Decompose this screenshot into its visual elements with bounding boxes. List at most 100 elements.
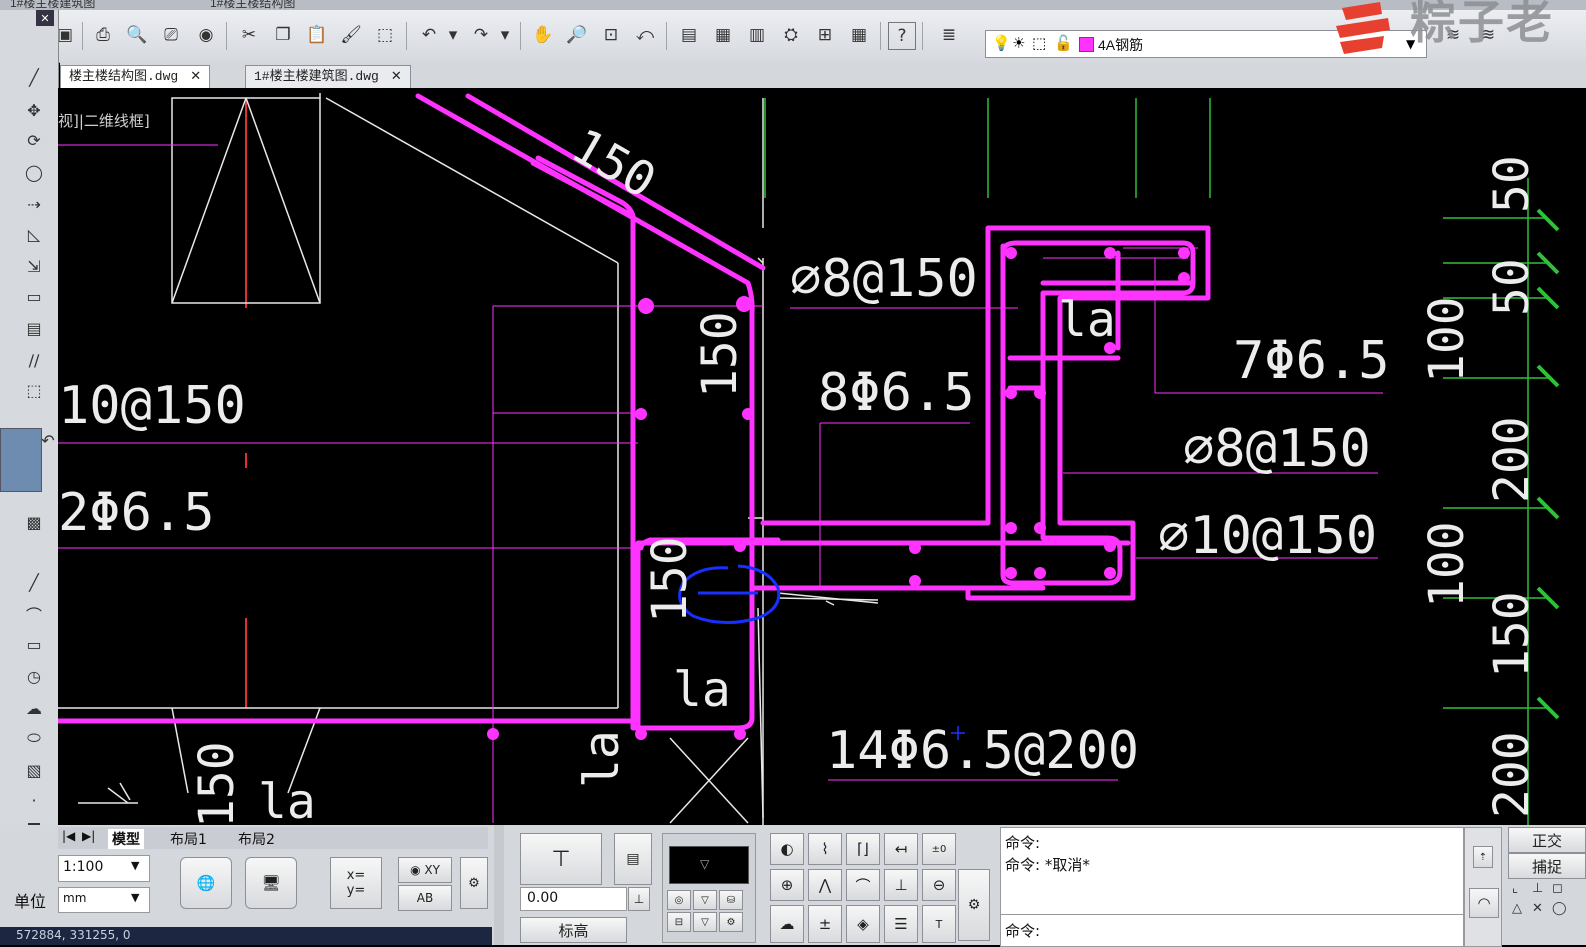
zoom-realtime-icon[interactable]: 🔎 xyxy=(564,22,590,48)
speedometer-icon[interactable]: ◠ xyxy=(1469,888,1499,918)
circle-icon[interactable]: ◯ xyxy=(22,160,46,184)
viewport-freeze-icon[interactable]: ⬚ xyxy=(1032,34,1046,52)
design-center-icon[interactable]: ▦ xyxy=(710,22,736,48)
window-tab-architecture[interactable]: 1#楼主楼建筑图 xyxy=(10,0,95,10)
point-icon[interactable]: · xyxy=(22,788,46,812)
doc-tab-architecture[interactable]: 1#楼主楼建筑图.dwg ✕ xyxy=(245,65,411,88)
endpoint-snap-icon[interactable]: ⌞ xyxy=(1512,881,1518,896)
elevation-mark-icon[interactable]: ±0 xyxy=(922,833,956,865)
viewport-label[interactable]: 视]|二维线框] xyxy=(58,112,150,130)
circle-snap-icon[interactable]: ◯ xyxy=(1552,901,1567,916)
scale-dropdown[interactable]: 1:100 ▼ xyxy=(58,855,150,882)
rectangle-tool-icon[interactable]: ▭ xyxy=(22,632,46,656)
scroll-up-icon[interactable]: ⇡ xyxy=(1473,846,1493,868)
command-window[interactable]: 命令: 命令: *取消* 命令: xyxy=(1000,827,1464,947)
bracket-icon[interactable]: ⌈⌋ xyxy=(846,833,880,865)
close-icon[interactable]: ✕ xyxy=(36,10,54,26)
clock-icon[interactable]: ◷ xyxy=(22,664,46,688)
doc-tab-structure[interactable]: 楼主楼结构图.dwg ✕ xyxy=(60,65,211,88)
undo-dropdown-icon[interactable]: ▾ xyxy=(446,22,460,48)
view-button[interactable]: ◎ xyxy=(667,890,691,910)
index-icon[interactable]: ⊖ xyxy=(922,869,956,901)
redo-dropdown-icon[interactable]: ▾ xyxy=(498,22,512,48)
3d-box-icon[interactable]: ⬚ xyxy=(22,378,46,402)
elevation-input[interactable]: 0.00 xyxy=(520,887,627,911)
perpendicular-snap-icon[interactable]: ⊥ xyxy=(1532,881,1543,896)
tab-model[interactable]: 模型 xyxy=(108,829,144,849)
pattern-icon[interactable]: ▩ xyxy=(22,510,46,534)
tab-layout2[interactable]: 布局2 xyxy=(238,829,275,849)
publish-icon[interactable]: ◉ xyxy=(193,22,219,48)
section-icon[interactable]: ⋀ xyxy=(808,869,842,901)
view-button[interactable]: ⛁ xyxy=(719,890,743,910)
line-tool-icon[interactable]: ╱ xyxy=(22,65,46,89)
cloud-icon[interactable]: ☁ xyxy=(770,905,804,943)
first-tab-icon[interactable]: |◀ xyxy=(62,829,75,843)
cut-icon[interactable]: ✂ xyxy=(236,22,262,48)
parallel-icon[interactable]: ∕∕ xyxy=(22,348,46,372)
plot-icon[interactable]: ⎚ xyxy=(158,22,184,48)
chevron-down-icon[interactable]: ▼ xyxy=(131,859,139,872)
xy-equation-icon[interactable]: x= y= xyxy=(330,857,382,909)
calculator-icon[interactable]: ▦ xyxy=(846,22,872,48)
globe-icon[interactable]: 🌐 xyxy=(180,857,232,909)
plus-icon[interactable]: ± xyxy=(808,905,842,943)
block-editor-icon[interactable]: ⬚ xyxy=(372,22,398,48)
redo-icon[interactable]: ↷ xyxy=(468,22,494,48)
properties-icon[interactable]: ▤ xyxy=(676,22,702,48)
layer-manager-icon[interactable]: ≣ xyxy=(936,22,962,48)
drawing-svg[interactable]: 视]|二维线框] 150 150 150 150 ⌀8@150 la la la… xyxy=(55,88,1586,830)
print-icon[interactable]: ⎙ xyxy=(90,22,116,48)
command-prompt[interactable]: 命令: xyxy=(1005,920,1040,941)
rectangle-icon[interactable]: ▭ xyxy=(22,284,46,308)
settings-gear-icon[interactable]: ⚙ xyxy=(958,869,990,941)
match-properties-icon[interactable]: 🖌 xyxy=(338,22,364,48)
title-block-icon[interactable]: T xyxy=(922,905,956,943)
unit-dropdown[interactable]: mm ▼ xyxy=(58,887,150,913)
settings-gear-icon[interactable]: ⚙ xyxy=(460,857,488,909)
view-button[interactable]: ▽ xyxy=(693,890,717,910)
insert-block-icon[interactable]: ⇲ xyxy=(22,254,46,278)
snap-toggle[interactable]: 捕捉 xyxy=(1508,853,1586,879)
sun-icon[interactable]: ☀ xyxy=(1012,34,1025,52)
zoom-window-icon[interactable]: ⊡ xyxy=(598,22,624,48)
undo-icon[interactable]: ↶ xyxy=(416,22,442,48)
cross-snap-icon[interactable]: ✕ xyxy=(1532,901,1543,916)
markup-icon[interactable]: ⊞ xyxy=(812,22,838,48)
elevation-settings-icon[interactable]: ▤ xyxy=(614,833,652,885)
triangle-snap-icon[interactable]: △ xyxy=(1512,901,1522,916)
level-icon[interactable]: ⊥ xyxy=(884,869,918,901)
compass-icon[interactable]: ◐ xyxy=(770,833,804,865)
close-icon[interactable]: ✕ xyxy=(190,69,201,84)
monitor-icon[interactable]: 🖥 xyxy=(245,857,297,909)
chamfer-icon[interactable]: ◺ xyxy=(22,222,46,246)
elevation-button[interactable]: 标高 xyxy=(520,917,627,943)
drawing-canvas[interactable]: 视]|二维线框] 150 150 150 150 ⌀8@150 la la la… xyxy=(55,88,1586,830)
list-icon[interactable]: ☰ xyxy=(884,905,918,943)
hatch-icon[interactable]: ▤ xyxy=(22,316,46,340)
rotate-icon[interactable]: ⟳ xyxy=(22,128,46,152)
xy-coord-icon[interactable]: ◉ XY xyxy=(398,857,452,883)
lock-icon[interactable]: 🔓 xyxy=(1054,34,1073,52)
chevron-down-icon[interactable]: ▼ xyxy=(131,891,139,904)
tool-palettes-icon[interactable]: ▥ xyxy=(744,22,770,48)
revision-cloud-icon[interactable]: ☁ xyxy=(22,696,46,720)
view-button[interactable]: ⊟ xyxy=(667,912,691,932)
view-button[interactable]: ⚙ xyxy=(719,912,743,932)
ab-text-icon[interactable]: AB xyxy=(398,885,452,911)
ortho-toggle[interactable]: 正交 xyxy=(1508,827,1586,853)
print-preview-icon[interactable]: 🔍 xyxy=(124,22,150,48)
pin-icon[interactable]: ⊥ xyxy=(628,887,650,911)
paste-icon[interactable]: 📋 xyxy=(304,22,330,48)
window-tab-structure[interactable]: 1#楼主楼结构图 xyxy=(210,0,295,10)
arrow-left-icon[interactable]: ↤ xyxy=(884,833,918,865)
arc-icon[interactable]: ⌒ xyxy=(22,602,46,626)
sheet-set-icon[interactable]: ⛭ xyxy=(778,22,804,48)
gradient-icon[interactable]: ▧ xyxy=(22,758,46,782)
arc-dim-icon[interactable]: ⌒ xyxy=(846,869,880,901)
bulb-icon[interactable]: 💡 xyxy=(992,34,1011,52)
diamond-icon[interactable]: ◈ xyxy=(846,905,880,943)
last-tab-icon[interactable]: ▶| xyxy=(82,829,95,843)
swap-icon[interactable]: ↶ xyxy=(36,428,60,452)
break-line-icon[interactable]: ⌇ xyxy=(808,833,842,865)
